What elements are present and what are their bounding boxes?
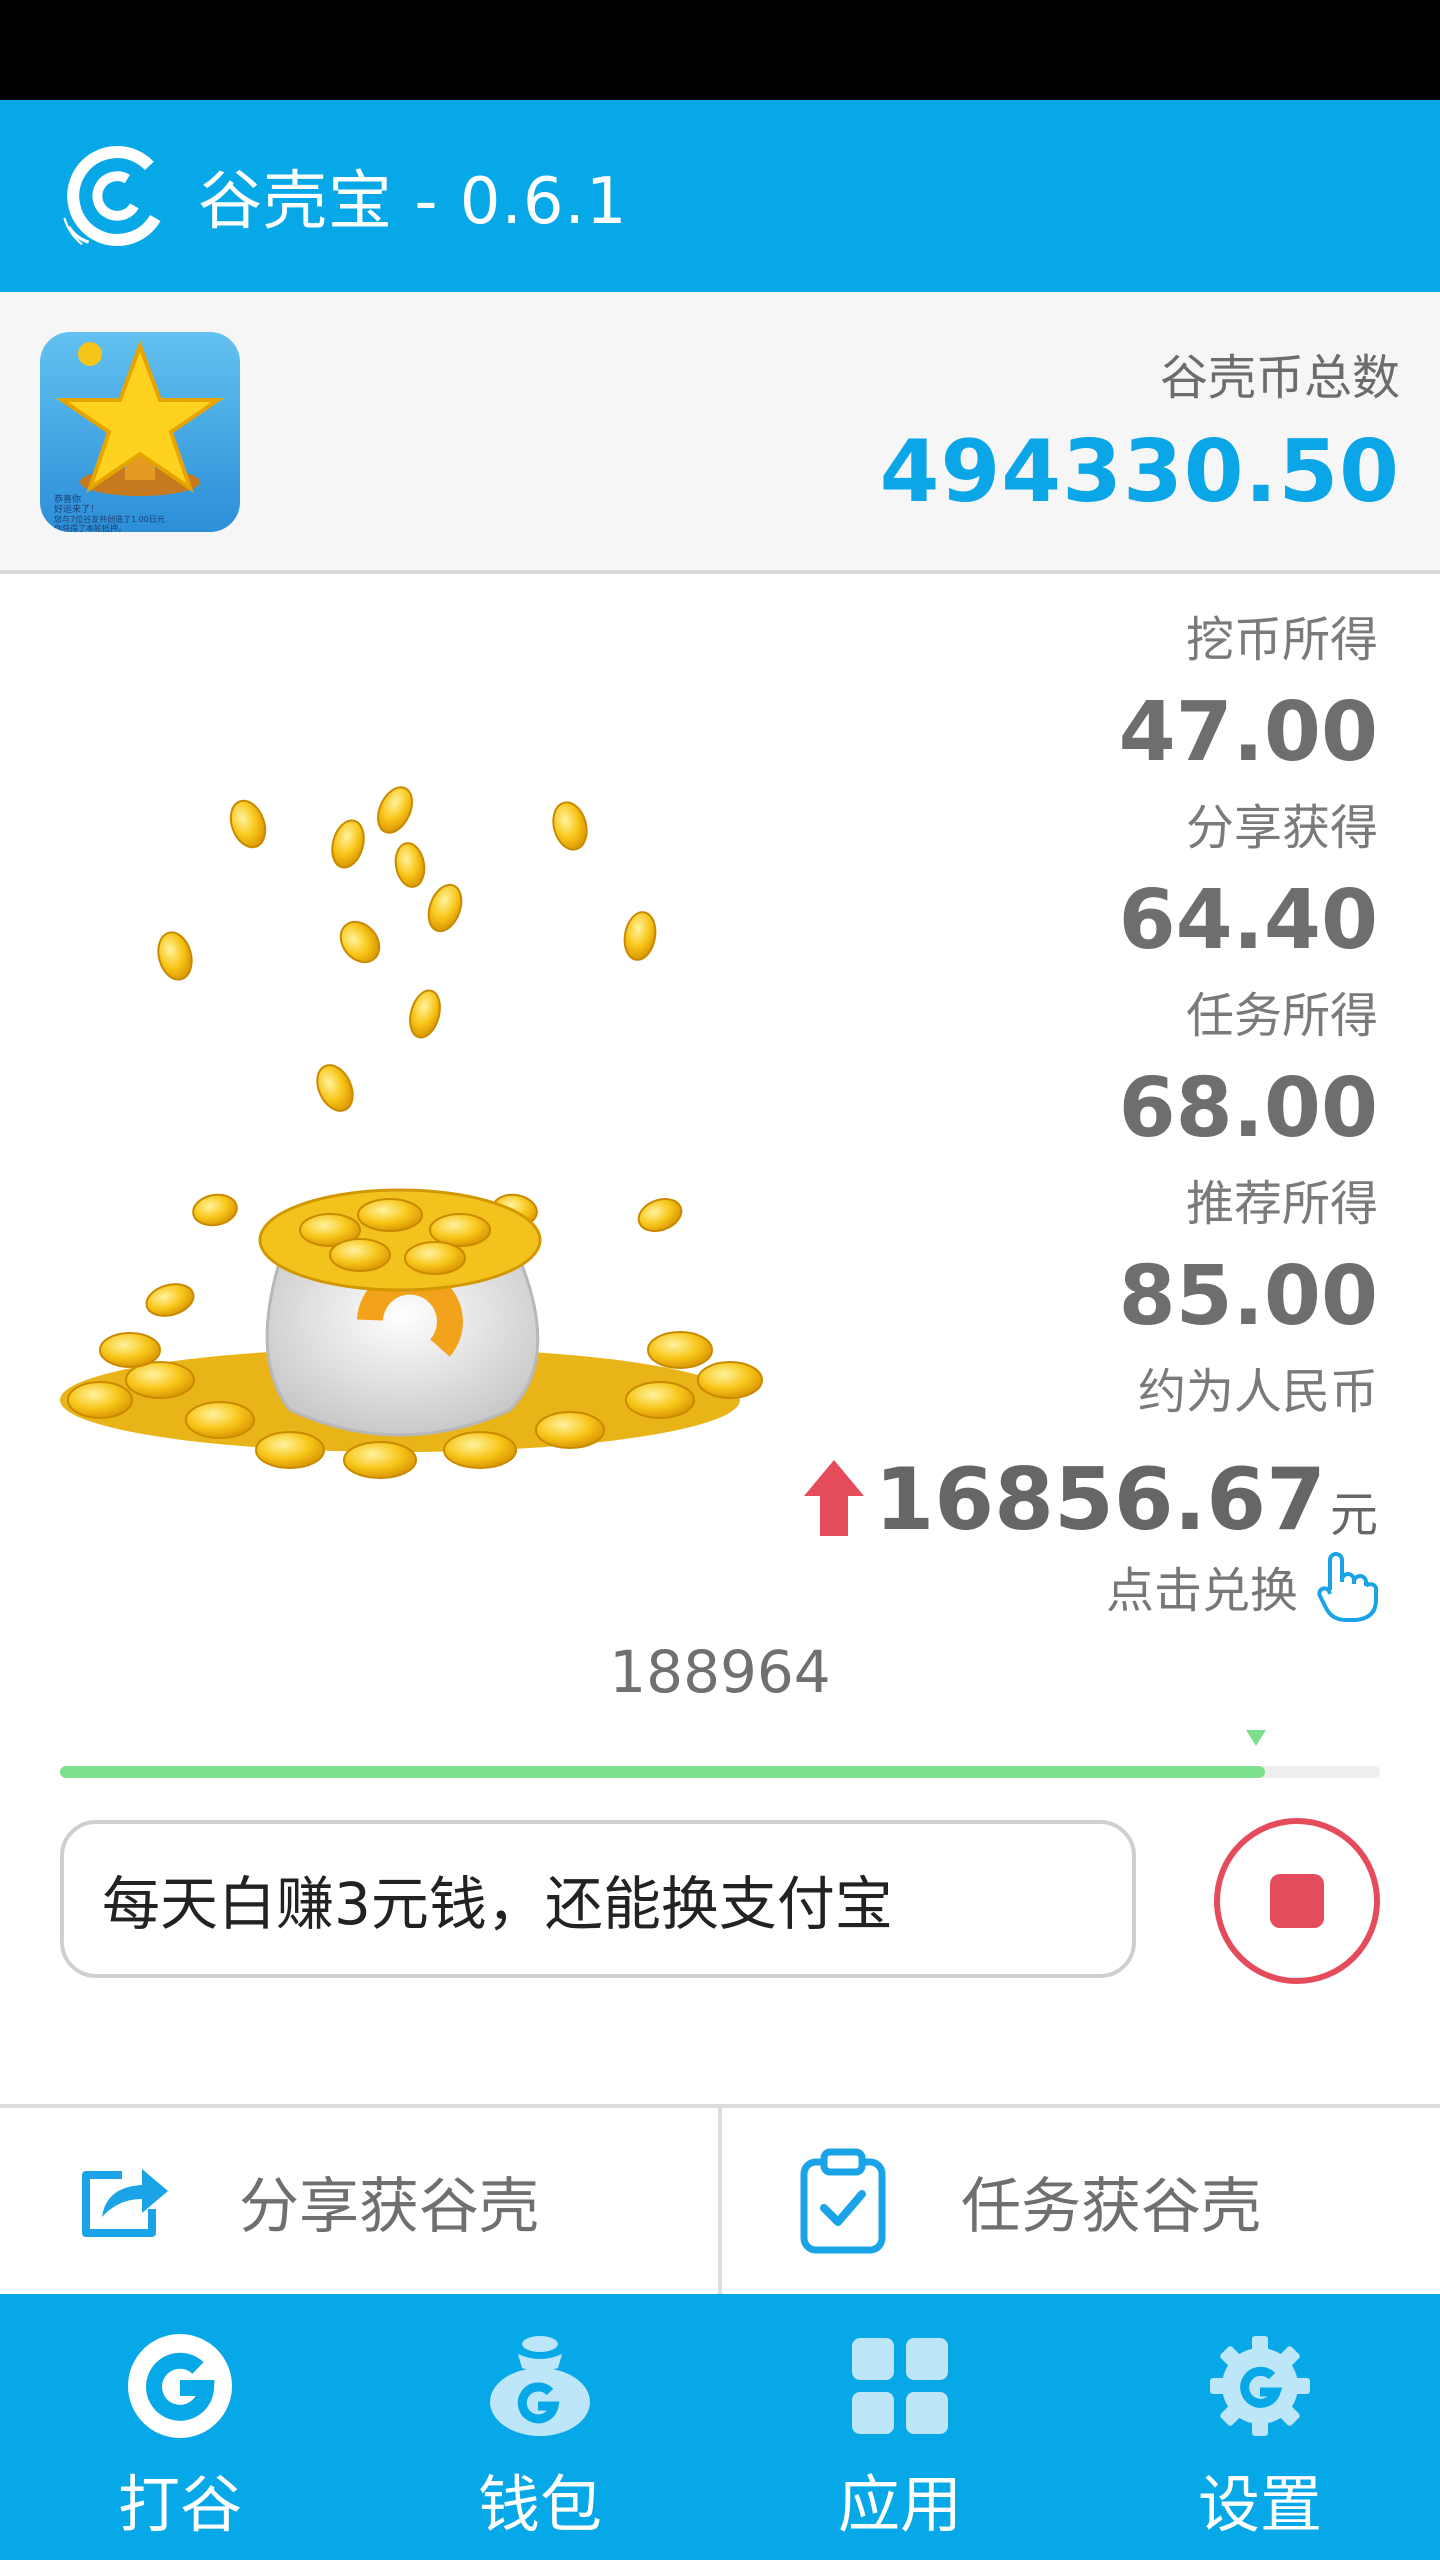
rmb-unit: 元 bbox=[1329, 1487, 1378, 1543]
nav-item-wallet[interactable]: 钱包 bbox=[360, 2294, 720, 2560]
coin-summary: 恭喜你 好运来了！ 您与7位谷友共创造了1.00日元 你获得了本轮抵押。 谷壳币… bbox=[0, 292, 1440, 574]
progress-marker-icon bbox=[1246, 1730, 1266, 1746]
task-earn-label: 任务获谷壳 bbox=[961, 2171, 1261, 2242]
icon-caption-2: 好运来了！ bbox=[54, 503, 99, 515]
icon-caption-1: 恭喜你 bbox=[54, 493, 81, 505]
referral-earnings-label: 推荐所得 bbox=[1185, 1176, 1378, 1232]
stop-button[interactable] bbox=[1214, 1818, 1380, 1984]
app-logo-icon bbox=[63, 145, 168, 247]
share-earnings-value: 64.40 bbox=[1118, 873, 1378, 968]
share-earn-button[interactable]: 分享获谷壳 bbox=[0, 2108, 718, 2294]
mining-progress-bar bbox=[60, 1766, 1380, 1778]
hand-pointer-icon bbox=[1317, 1552, 1378, 1622]
round-counter: 188964 bbox=[609, 1638, 831, 1706]
exchange-label: 点击兑换 bbox=[1105, 1563, 1298, 1619]
nav-label-apps: 应用 bbox=[837, 2468, 962, 2541]
exchange-link[interactable]: 点击兑换 bbox=[1106, 1550, 1378, 1622]
clipboard-check-icon bbox=[800, 2148, 886, 2254]
mining-earnings-label: 挖币所得 bbox=[1185, 612, 1378, 668]
earn-actions: 分享获谷壳 任务获谷壳 bbox=[0, 2104, 1440, 2294]
apps-grid-icon bbox=[852, 2338, 948, 2434]
wallet-bag-icon bbox=[490, 2336, 590, 2436]
message-banner[interactable]: 每天白赚3元钱，还能换支付宝 bbox=[60, 1820, 1136, 1978]
mining-progress-fill bbox=[60, 1766, 1266, 1778]
mining-earnings-value: 47.00 bbox=[1118, 685, 1378, 780]
bottom-nav: 打谷 钱包 应用 设置 bbox=[0, 2294, 1440, 2560]
app-bar: 谷壳宝 - 0.6.1 bbox=[0, 100, 1440, 292]
referral-earnings-value: 85.00 bbox=[1118, 1249, 1378, 1344]
achievement-star-icon[interactable]: 恭喜你 好运来了！ 您与7位谷友共创造了1.00日元 你获得了本轮抵押。 bbox=[40, 332, 240, 532]
rmb-estimate-label: 约为人民币 bbox=[1137, 1364, 1378, 1420]
icon-caption-4: 你获得了本轮抵押。 bbox=[54, 523, 126, 532]
app-title: 谷壳宝 - 0.6.1 bbox=[198, 165, 628, 239]
share-icon bbox=[82, 2169, 168, 2237]
nav-label-wallet: 钱包 bbox=[477, 2468, 602, 2541]
nav-item-apps[interactable]: 应用 bbox=[720, 2294, 1080, 2560]
status-bar bbox=[0, 0, 1440, 100]
nav-item-thresh[interactable]: 打谷 bbox=[0, 2294, 360, 2560]
share-earnings-label: 分享获得 bbox=[1185, 800, 1378, 856]
total-coins-value: 494330.50 bbox=[879, 422, 1400, 522]
task-earn-button[interactable]: 任务获谷壳 bbox=[718, 2108, 1440, 2294]
nav-label-settings: 设置 bbox=[1197, 2468, 1322, 2541]
nav-item-settings[interactable]: 设置 bbox=[1080, 2294, 1440, 2560]
task-earnings-label: 任务所得 bbox=[1185, 988, 1378, 1044]
earnings-breakdown: 挖币所得 47.00 分享获得 64.40 任务所得 68.00 推荐所得 85… bbox=[678, 612, 1378, 1420]
logo-g-icon bbox=[128, 2334, 232, 2438]
icon-caption-3: 您与7位谷友共创造了1.00日元 bbox=[54, 514, 165, 524]
message-text: 每天白赚3元钱，还能换支付宝 bbox=[102, 1870, 893, 1938]
nav-label-thresh: 打谷 bbox=[117, 2468, 242, 2541]
gear-icon bbox=[1210, 2336, 1310, 2436]
total-coins-label: 谷壳币总数 bbox=[1159, 350, 1400, 406]
rmb-estimate-value: 16856.67 bbox=[874, 1450, 1326, 1550]
share-earn-label: 分享获谷壳 bbox=[239, 2171, 539, 2242]
stop-icon bbox=[1270, 1874, 1324, 1928]
rmb-estimate: 16856.67 元 bbox=[804, 1450, 1378, 1550]
task-earnings-value: 68.00 bbox=[1118, 1061, 1378, 1156]
up-arrow-icon bbox=[804, 1460, 865, 1536]
